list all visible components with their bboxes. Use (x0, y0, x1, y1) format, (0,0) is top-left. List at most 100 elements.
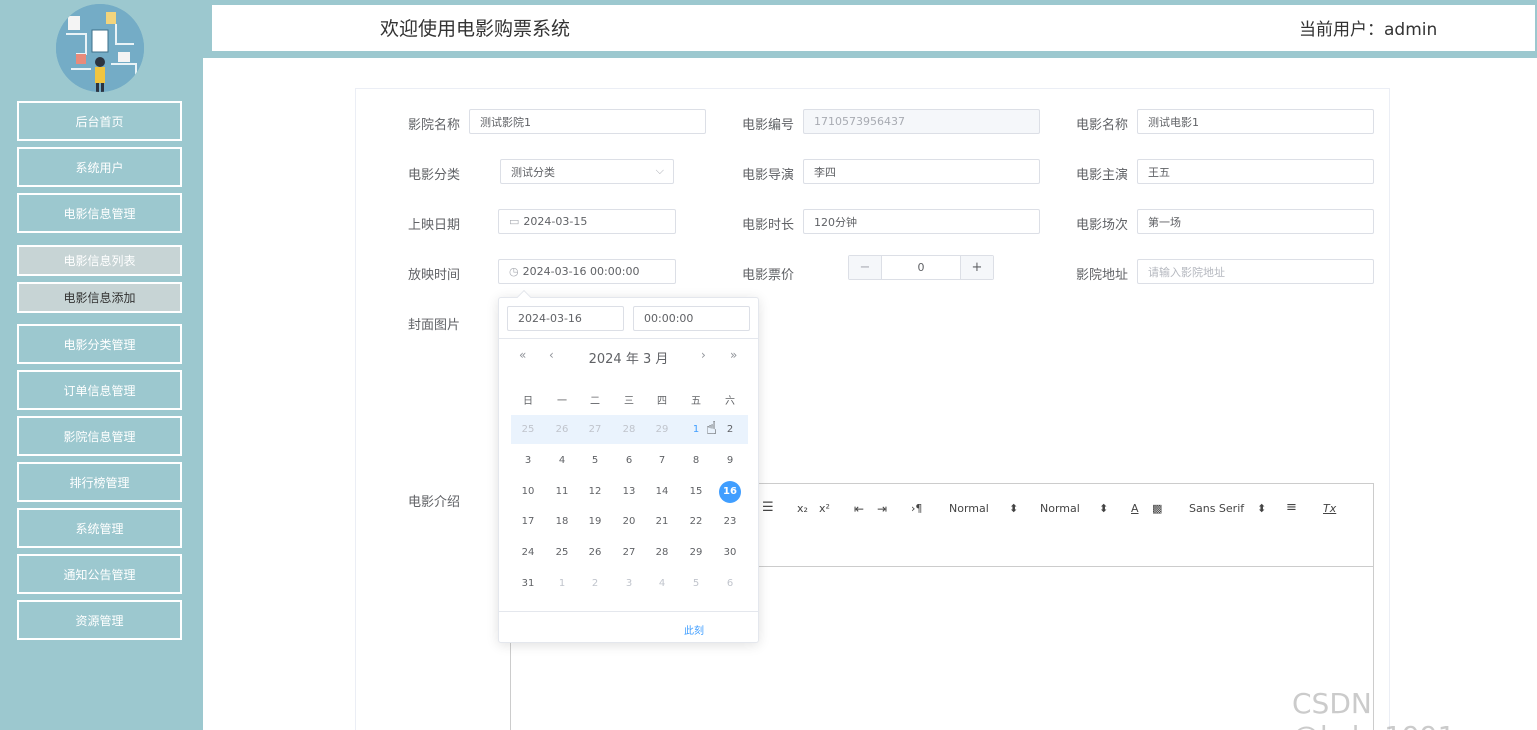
calendar-day[interactable]: 12 (584, 481, 606, 503)
sidebar-item-ranking[interactable]: 排行榜管理 (17, 462, 182, 502)
calendar-day[interactable]: 17 (517, 511, 539, 533)
calendar-day[interactable]: 26 (551, 419, 573, 441)
price-label: 电影票价 (742, 268, 795, 283)
lead-actor-label: 电影主演 (1076, 168, 1129, 183)
calendar-day[interactable]: 26 (584, 542, 606, 564)
calendar-day[interactable]: 4 (651, 573, 673, 595)
sidebar-item-movie-info[interactable]: 电影信息管理 (17, 193, 182, 233)
size-select[interactable]: Normal (1040, 502, 1080, 515)
show-time-input[interactable]: ◷ 2024-03-16 00:00:00 (498, 259, 676, 284)
calendar-day[interactable]: 5 (685, 573, 707, 595)
sidebar-item-resources[interactable]: 资源管理 (17, 600, 182, 640)
price-value[interactable]: 0 (882, 256, 960, 279)
picker-month-title[interactable]: 2024 年 3 月 (499, 348, 758, 367)
calendar-day[interactable]: 6 (618, 450, 640, 472)
calendar-day[interactable]: 24 (517, 542, 539, 564)
cinema-name-input[interactable]: 测试影院1 (469, 109, 706, 134)
calendar-day[interactable]: 16 (719, 481, 741, 503)
sidebar-item-cinemas[interactable]: 影院信息管理 (17, 416, 182, 456)
indent-icon[interactable]: ⇥ (877, 502, 887, 516)
director-input[interactable]: 李四 (803, 159, 1040, 184)
sidebar-subitem-movie-add[interactable]: 电影信息添加 (17, 282, 182, 313)
duration-input[interactable]: 120分钟 (803, 209, 1040, 234)
calendar-day[interactable]: 3 (517, 450, 539, 472)
calendar-day[interactable]: 29 (685, 542, 707, 564)
text-direction-icon[interactable]: ›¶ (911, 502, 922, 515)
show-time-label: 放映时间 (408, 268, 461, 283)
sidebar-item-notices[interactable]: 通知公告管理 (17, 554, 182, 594)
sidebar-item-orders[interactable]: 订单信息管理 (17, 370, 182, 410)
calendar-day[interactable]: 3 (618, 573, 640, 595)
weekday-label: 三 (624, 396, 634, 407)
calendar-day[interactable]: 9 (719, 450, 741, 472)
sidebar-item-home[interactable]: 后台首页 (17, 101, 182, 141)
calendar-day[interactable]: 8 (685, 450, 707, 472)
calendar-day[interactable]: 7 (651, 450, 673, 472)
calendar-day[interactable]: 25 (551, 542, 573, 564)
movie-name-input[interactable]: 测试电影1 (1137, 109, 1374, 134)
select-arrows-icon: ⬍ (1099, 502, 1109, 515)
calendar-day[interactable]: 30 (719, 542, 741, 564)
sidebar-item-system[interactable]: 系统管理 (17, 508, 182, 548)
calendar-day[interactable]: 1 (685, 419, 707, 441)
calendar-day[interactable]: 21 (651, 511, 673, 533)
select-arrows-icon: ⬍ (1257, 502, 1267, 515)
calendar-day[interactable]: 27 (584, 419, 606, 441)
text-color-icon[interactable]: A (1131, 502, 1139, 515)
calendar-day[interactable]: 13 (618, 481, 640, 503)
subscript-icon[interactable]: x₂ (797, 502, 808, 515)
calendar-day[interactable]: 29 (651, 419, 673, 441)
calendar-day[interactable]: 11 (551, 481, 573, 503)
calendar-day[interactable]: 28 (651, 542, 673, 564)
calendar-day[interactable]: 10 (517, 481, 539, 503)
calendar-day[interactable]: 2 (719, 419, 741, 441)
calendar-day[interactable]: 20 (618, 511, 640, 533)
calendar-day[interactable]: 5 (584, 450, 606, 472)
sidebar-item-movie-category[interactable]: 电影分类管理 (17, 324, 182, 364)
superscript-icon[interactable]: x² (819, 502, 830, 515)
session-input[interactable]: 第一场 (1137, 209, 1374, 234)
outdent-icon[interactable]: ⇤ (854, 502, 864, 516)
calendar-day[interactable]: 23 (719, 511, 741, 533)
director-label: 电影导演 (742, 168, 795, 183)
category-select[interactable]: 测试分类 ⌵ (500, 159, 674, 184)
calendar-day[interactable]: 22 (685, 511, 707, 533)
sidebar-subitem-movie-list[interactable]: 电影信息列表 (17, 245, 182, 276)
align-icon[interactable]: ≡ (1286, 500, 1297, 515)
next-year-button[interactable]: » (730, 348, 737, 362)
font-select[interactable]: Sans Serif (1189, 502, 1244, 515)
list-icon[interactable]: ☰ (762, 500, 774, 515)
release-date-input[interactable]: ▭ 2024-03-15 (498, 209, 676, 234)
next-month-button[interactable]: › (701, 348, 706, 362)
cover-label: 封面图片 (408, 318, 461, 333)
header-select[interactable]: Normal (949, 502, 989, 515)
calendar-day[interactable]: 28 (618, 419, 640, 441)
calendar-day[interactable]: 15 (685, 481, 707, 503)
increase-button[interactable]: + (960, 256, 993, 279)
picker-time-input[interactable]: 00:00:00 (633, 306, 750, 331)
calendar-day[interactable]: 6 (719, 573, 741, 595)
picker-date-input[interactable]: 2024-03-16 (507, 306, 624, 331)
cinema-address-label: 影院地址 (1076, 268, 1129, 283)
category-value: 测试分类 (511, 165, 555, 179)
calendar-day[interactable]: 27 (618, 542, 640, 564)
calendar-day[interactable]: 4 (551, 450, 573, 472)
calendar-day[interactable]: 1 (551, 573, 573, 595)
lead-actor-input[interactable]: 王五 (1137, 159, 1374, 184)
calendar-day[interactable]: 18 (551, 511, 573, 533)
clear-format-icon[interactable]: Tx (1323, 502, 1336, 515)
calendar-day[interactable]: 25 (517, 419, 539, 441)
calendar-day[interactable]: 19 (584, 511, 606, 533)
cinema-address-input[interactable]: 请输入影院地址 (1137, 259, 1374, 284)
calendar-day[interactable]: 31 (517, 573, 539, 595)
now-button[interactable]: 此刻 (684, 622, 704, 637)
calendar-day[interactable]: 2 (584, 573, 606, 595)
background-color-icon[interactable]: ▩ (1152, 502, 1162, 515)
datetime-picker-popup: 2024-03-16 00:00:00 « ‹ 2024 年 3 月 › » 此… (498, 289, 759, 643)
sidebar-item-system-users[interactable]: 系统用户 (17, 147, 182, 187)
chevron-down-icon: ⌵ (655, 164, 664, 177)
current-user-label: 当前用户：admin (1299, 20, 1438, 40)
price-stepper[interactable]: − 0 + (848, 255, 994, 280)
calendar-day[interactable]: 14 (651, 481, 673, 503)
decrease-button[interactable]: − (849, 256, 882, 279)
